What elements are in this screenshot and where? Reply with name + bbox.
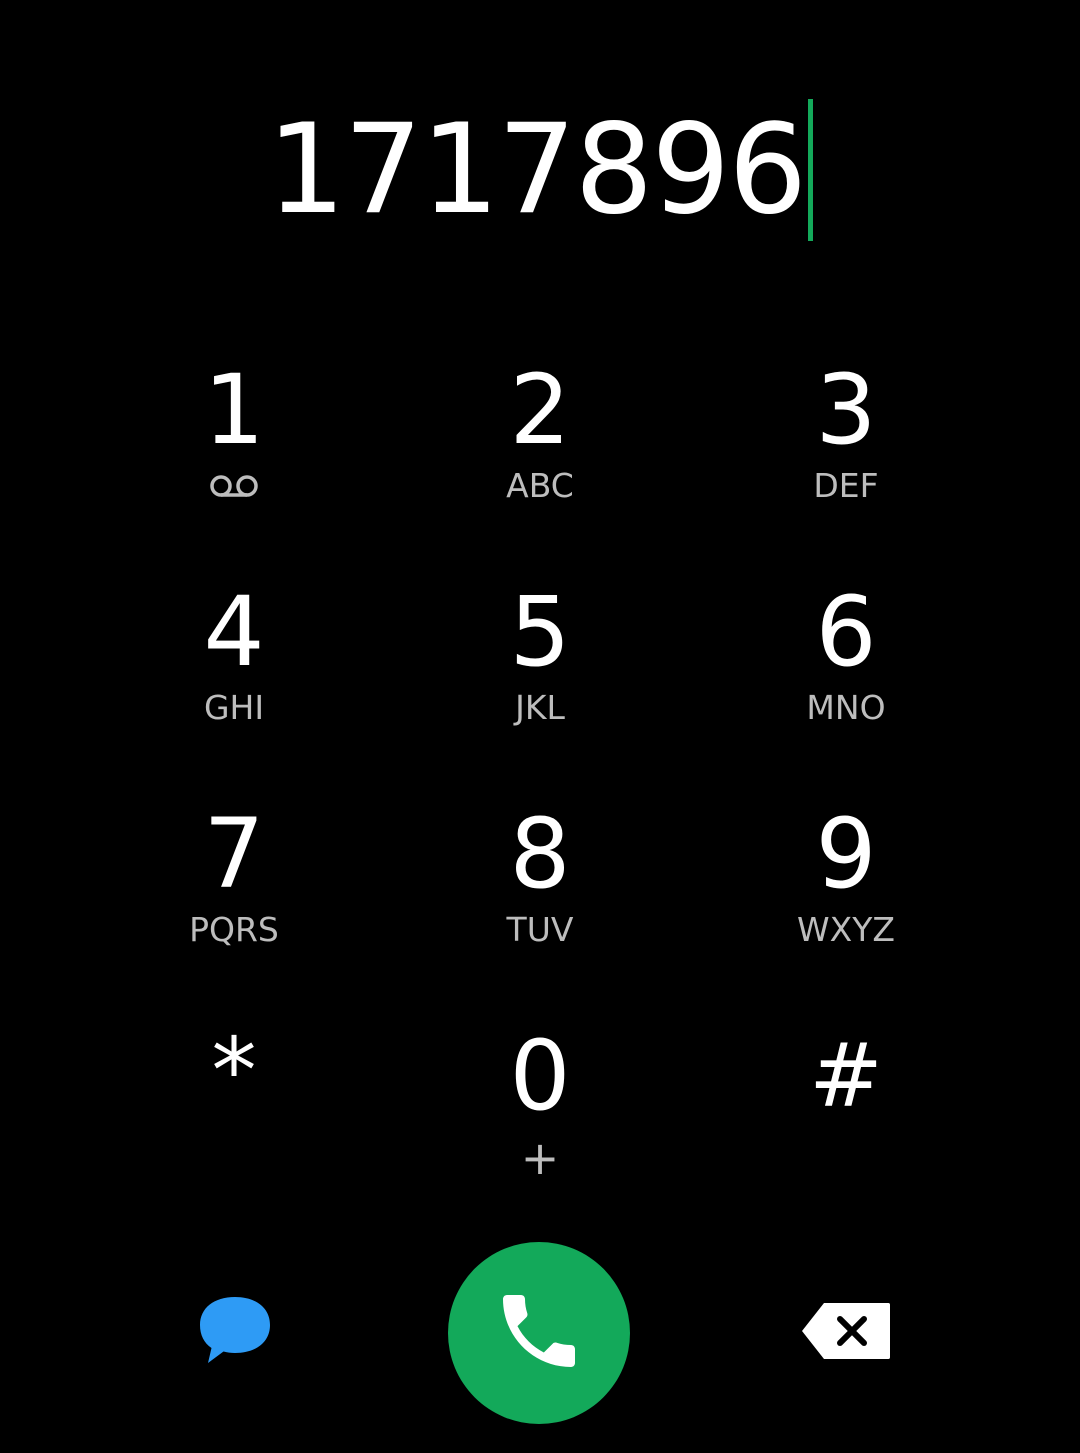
key-digit: 1 [203,354,265,466]
backspace-button[interactable] [796,1298,896,1368]
key-letters: ABC [506,466,574,505]
key-digit: 0 [509,1020,571,1132]
call-button[interactable] [448,1242,630,1424]
key-0[interactable]: 0 + [387,1014,693,1236]
key-9[interactable]: 9 WXYZ [693,792,999,1014]
dialed-number: 1717896 [266,98,807,242]
key-digit: 6 [815,576,877,688]
backspace-icon [800,1301,892,1365]
key-3[interactable]: 3 DEF [693,348,999,570]
key-letters: PQRS [189,910,279,949]
key-letters: GHI [203,688,265,727]
voicemail-icon [209,468,259,504]
key-digit: 7 [203,798,265,910]
message-bubble-icon [198,1295,272,1371]
key-digit: * [211,1019,257,1124]
dialpad: 1 2 ABC 3 DEF 4 GHI 5 JKL 6 MNO 7 PQRS 8… [0,348,1080,1236]
phone-handset-icon [491,1283,587,1383]
message-button[interactable] [190,1288,280,1378]
key-digit: 9 [815,798,877,910]
key-hash[interactable]: # [693,1014,999,1236]
key-plus: + [520,1131,560,1185]
key-star[interactable]: * [81,1014,387,1236]
key-letters: DEF [813,466,879,505]
key-digit: 5 [509,576,571,688]
key-4[interactable]: 4 GHI [81,570,387,792]
key-digit: 2 [509,354,571,466]
key-letters: JKL [515,688,565,727]
key-8[interactable]: 8 TUV [387,792,693,1014]
key-letters: WXYZ [796,910,895,949]
key-7[interactable]: 7 PQRS [81,792,387,1014]
key-6[interactable]: 6 MNO [693,570,999,792]
key-digit: 4 [203,576,265,688]
text-cursor [808,99,814,241]
key-letters: MNO [806,688,886,727]
key-1[interactable]: 1 [81,348,387,570]
key-letters: TUV [506,910,574,949]
key-2[interactable]: 2 ABC [387,348,693,570]
key-digit: # [809,1024,883,1127]
key-5[interactable]: 5 JKL [387,570,693,792]
key-digit: 8 [509,798,571,910]
key-digit: 3 [815,354,877,466]
dialer-action-bar [0,1240,1080,1426]
dialed-number-display[interactable]: 1717896 [0,90,1080,250]
